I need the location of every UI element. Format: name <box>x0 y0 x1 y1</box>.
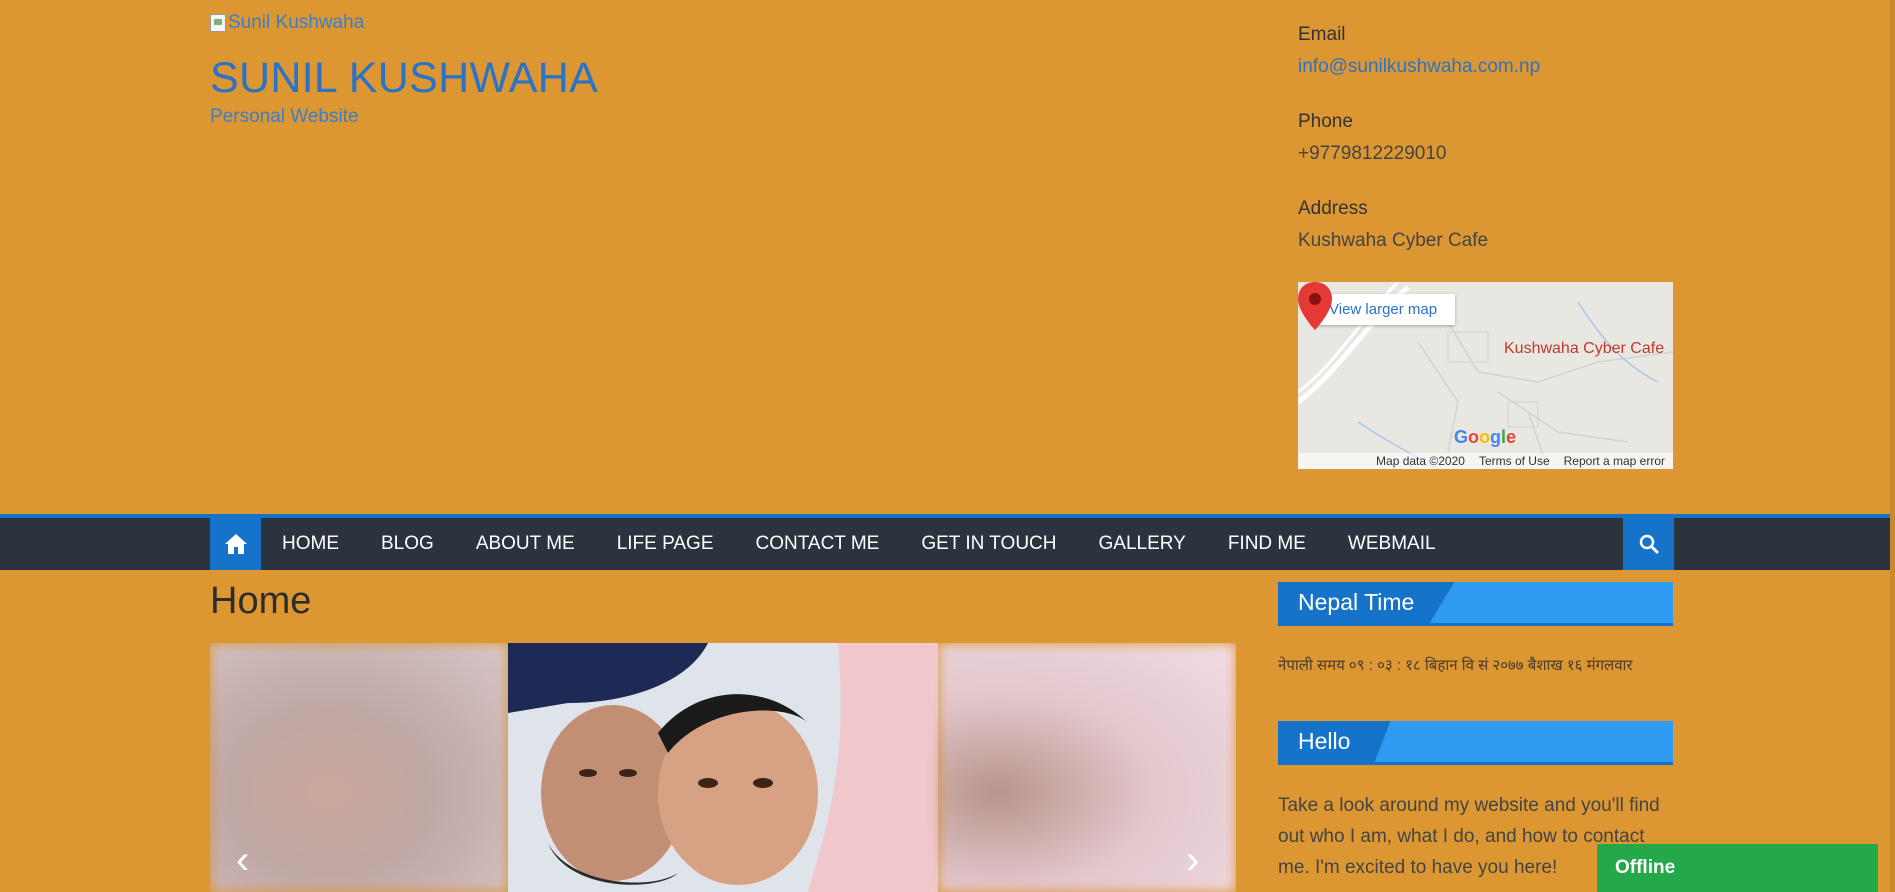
map-terms-link[interactable]: Terms of Use <box>1479 453 1550 469</box>
email-link[interactable]: info@sunilkushwaha.com.np <box>1298 56 1540 78</box>
photo-two-people <box>508 643 938 892</box>
site-tagline: Personal Website <box>210 106 359 127</box>
main-navbar: HOME BLOG ABOUT ME LIFE PAGE CONTACT ME … <box>0 514 1890 570</box>
logo-alt-text: Sunil Kushwaha <box>228 12 365 33</box>
map-data-text: Map data ©2020 <box>1376 454 1465 468</box>
site-logo[interactable]: Sunil Kushwaha <box>210 12 364 34</box>
site-title[interactable]: SUNIL KUSHWAHA <box>210 54 598 103</box>
hello-title: Hello <box>1278 721 1391 762</box>
address-block: Address Kushwaha Cyber Cafe <box>1298 198 1488 252</box>
nav-item-gallery[interactable]: GALLERY <box>1099 533 1186 555</box>
slide-previous-image <box>210 643 508 892</box>
google-logo: Google <box>1454 427 1517 447</box>
home-icon <box>224 534 247 554</box>
address-label: Address <box>1298 198 1368 219</box>
nav-item-contact-me[interactable]: CONTACT ME <box>756 533 880 555</box>
nav-item-life-page[interactable]: LIFE PAGE <box>617 533 714 555</box>
page-scrollbar[interactable] <box>1890 0 1895 892</box>
chat-offline-button[interactable]: Offline <box>1597 844 1878 892</box>
nav-item-webmail[interactable]: WEBMAIL <box>1348 533 1436 555</box>
nepal-time-text: नेपाली समय ०९ : ०३ : १८ बिहान वि सं २०७७… <box>1278 657 1633 674</box>
map-footer: Map data ©2020 Terms of Use Report a map… <box>1298 453 1673 469</box>
address-value: Kushwaha Cyber Cafe <box>1298 230 1489 251</box>
nav-item-get-in-touch[interactable]: GET IN TOUCH <box>921 533 1056 555</box>
phone-value: +9779812229010 <box>1298 143 1447 164</box>
page-title: Home <box>210 580 312 622</box>
embedded-map[interactable]: View larger map Kushwaha Cyber Cafe Goog… <box>1298 282 1673 469</box>
map-place-label: Kushwaha Cyber Cafe <box>1504 340 1665 357</box>
broken-image-icon <box>210 14 226 32</box>
email-block: Email info@sunilkushwaha.com.np <box>1298 24 1540 78</box>
nav-menu: HOME BLOG ABOUT ME LIFE PAGE CONTACT ME … <box>282 518 1478 570</box>
map-report-link[interactable]: Report a map error <box>1564 453 1665 469</box>
nav-item-about-me[interactable]: ABOUT ME <box>476 533 575 555</box>
nav-item-home[interactable]: HOME <box>282 533 339 555</box>
email-label: Email <box>1298 24 1346 45</box>
nav-home-button[interactable] <box>210 518 261 570</box>
nepal-time-widget-header: Nepal Time <box>1278 582 1673 626</box>
slide-current-image <box>508 643 938 892</box>
phone-block: Phone +9779812229010 <box>1298 111 1446 165</box>
phone-label: Phone <box>1298 111 1353 132</box>
nav-search-button[interactable] <box>1623 518 1674 570</box>
nav-item-blog[interactable]: BLOG <box>381 533 434 555</box>
hello-widget-header: Hello <box>1278 721 1673 765</box>
view-larger-map-link[interactable]: View larger map <box>1311 294 1456 325</box>
nav-item-find-me[interactable]: FIND ME <box>1228 533 1306 555</box>
nepal-time-title: Nepal Time <box>1278 582 1455 623</box>
image-slider[interactable] <box>210 643 1236 892</box>
map-pin-icon[interactable] <box>1298 282 1332 330</box>
search-icon <box>1639 534 1658 554</box>
slider-next-arrow[interactable]: › <box>1186 838 1199 883</box>
slider-prev-arrow[interactable]: ‹ <box>236 838 249 883</box>
